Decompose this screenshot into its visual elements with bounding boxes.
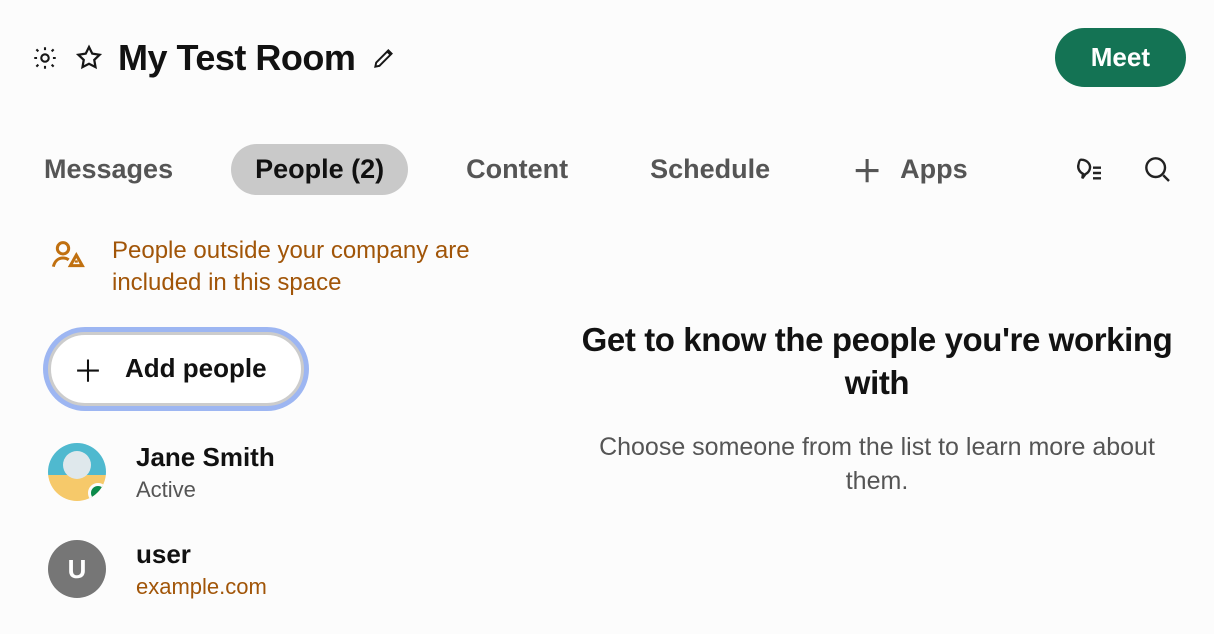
filter-conversations-icon[interactable] xyxy=(1072,152,1106,186)
edit-pencil-icon[interactable] xyxy=(369,43,399,73)
tab-people[interactable]: People (2) xyxy=(231,144,408,195)
plus-icon: ＋ xyxy=(852,147,882,191)
tab-apps-label: Apps xyxy=(900,154,968,185)
external-people-warning: People outside your company are included… xyxy=(48,235,540,300)
tabs-row: Messages People (2) Content Schedule ＋ A… xyxy=(0,87,1214,201)
meet-button[interactable]: Meet xyxy=(1055,28,1186,87)
presence-active-icon xyxy=(88,483,106,501)
content-area: People outside your company are included… xyxy=(0,201,1214,600)
external-warning-icon xyxy=(48,235,88,280)
people-left-column: People outside your company are included… xyxy=(0,201,540,600)
person-name: user xyxy=(136,539,267,570)
add-people-button[interactable]: ＋ Add people xyxy=(48,332,304,406)
tab-messages[interactable]: Messages xyxy=(44,144,197,195)
external-warning-text: People outside your company are included… xyxy=(112,235,520,300)
room-header-left: My Test Room xyxy=(30,37,1055,79)
person-name: Jane Smith xyxy=(136,442,275,473)
empty-state-title: Get to know the people you're working wi… xyxy=(580,319,1174,405)
room-header: My Test Room Meet xyxy=(0,0,1214,87)
person-status: Active xyxy=(136,477,275,503)
tab-schedule[interactable]: Schedule xyxy=(626,144,794,195)
settings-gear-icon[interactable] xyxy=(30,43,60,73)
tab-content[interactable]: Content xyxy=(442,144,592,195)
tab-apps[interactable]: ＋ Apps xyxy=(828,137,992,201)
person-info: Jane Smith Active xyxy=(136,442,275,503)
plus-icon: ＋ xyxy=(73,347,103,391)
person-domain: example.com xyxy=(136,574,267,600)
person-info: user example.com xyxy=(136,539,267,600)
avatar-initial: U xyxy=(68,554,87,585)
people-detail-empty: Get to know the people you're working wi… xyxy=(540,201,1214,600)
tab-icons-right xyxy=(1072,152,1174,186)
avatar: U xyxy=(48,540,106,598)
empty-state-subtitle: Choose someone from the list to learn mo… xyxy=(580,431,1174,499)
room-title: My Test Room xyxy=(118,37,355,79)
avatar xyxy=(48,443,106,501)
search-icon[interactable] xyxy=(1140,152,1174,186)
person-row-user[interactable]: U user example.com xyxy=(48,539,540,600)
add-people-label: Add people xyxy=(125,353,267,384)
person-row-jane[interactable]: Jane Smith Active xyxy=(48,442,540,503)
favorite-star-icon[interactable] xyxy=(74,43,104,73)
